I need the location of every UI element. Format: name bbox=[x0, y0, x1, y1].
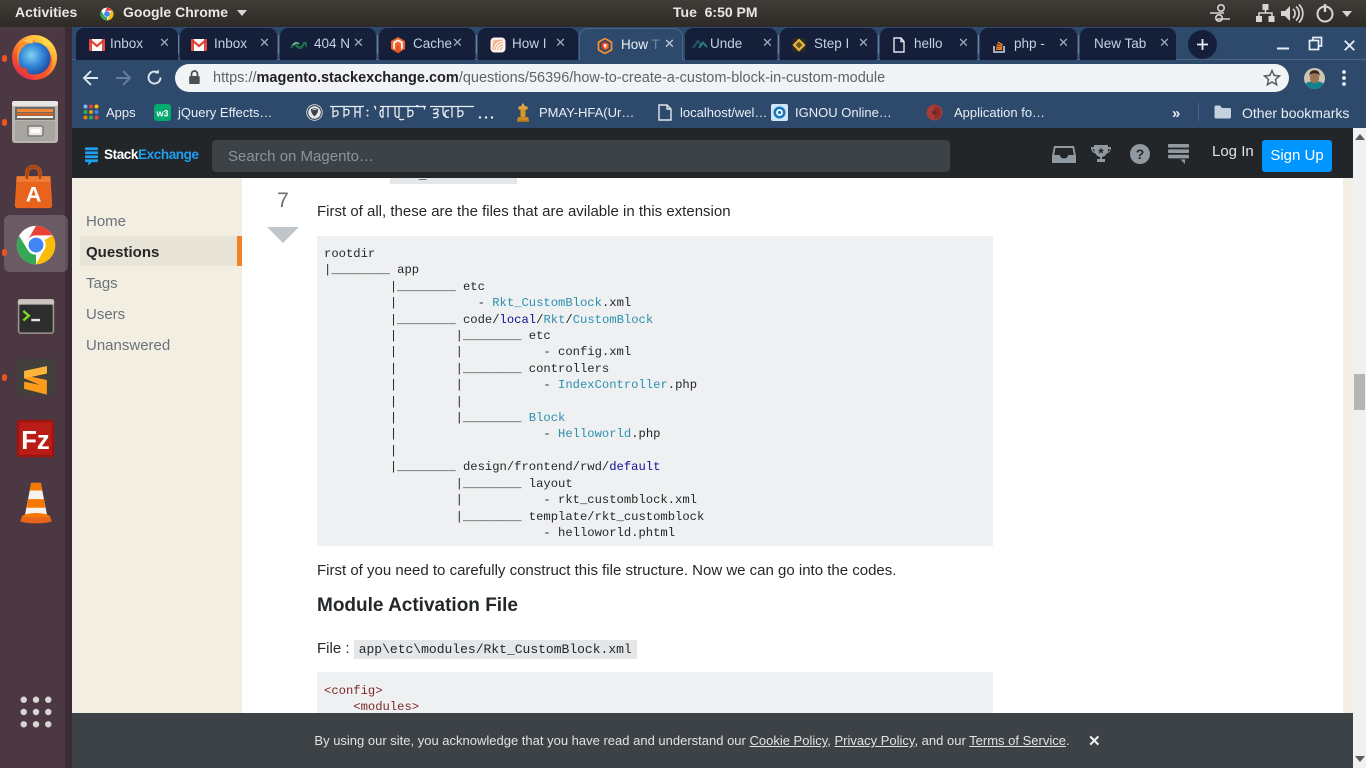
svg-text:Fz: Fz bbox=[21, 427, 49, 455]
svg-text:w3: w3 bbox=[155, 109, 168, 119]
svg-text:A: A bbox=[26, 182, 42, 207]
svg-text:?: ? bbox=[1136, 146, 1145, 162]
